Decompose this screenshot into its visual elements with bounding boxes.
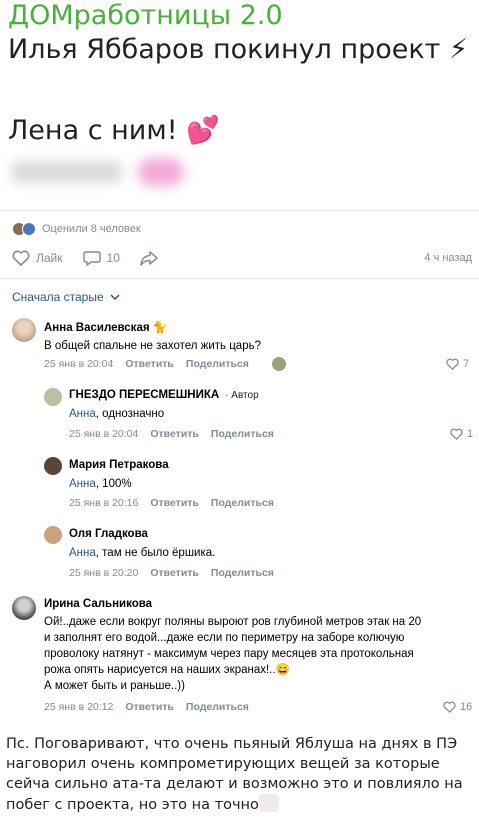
comment-date[interactable]: 25 янв в 20:04 bbox=[69, 428, 138, 440]
comment-text: Анна, там не было ёршика. bbox=[69, 547, 216, 559]
comment-icon bbox=[82, 251, 101, 266]
likers-row[interactable]: Оценили 8 человек bbox=[12, 220, 141, 238]
reply-button[interactable]: Ответить bbox=[125, 358, 174, 370]
avatar[interactable] bbox=[44, 457, 62, 475]
comment-author[interactable]: ГНЕЗДО ПЕРЕСМЕШНИКА · Автор bbox=[69, 389, 259, 401]
chevron-down-icon bbox=[110, 294, 120, 300]
post-time[interactable]: 4 ч назад bbox=[424, 252, 472, 264]
reaction-avatar bbox=[272, 357, 286, 371]
comment-like-button[interactable]: 1 bbox=[450, 428, 473, 440]
headline-text: Илья Яббаров покинул проект bbox=[8, 34, 441, 65]
comment-meta: 25 янв в 20:04 Ответить Поделиться bbox=[69, 428, 274, 440]
hearts-emoji: 💕 bbox=[186, 115, 220, 146]
post-actions: Лайк 10 4 ч назад bbox=[12, 248, 472, 268]
mention-link[interactable]: Анна bbox=[69, 478, 96, 490]
avatar[interactable] bbox=[12, 318, 36, 342]
comment-text: В общей спальне не захотел жить царь? bbox=[44, 340, 261, 352]
avatar[interactable] bbox=[12, 596, 36, 620]
subline-text: Лена с ним! bbox=[8, 115, 178, 146]
heart-icon bbox=[443, 701, 456, 713]
comment-like-count: 16 bbox=[460, 701, 473, 713]
heart-icon bbox=[446, 358, 459, 370]
comment-meta: 25 янв в 20:16 Ответить Поделиться bbox=[69, 497, 274, 509]
comment-like-button[interactable]: 16 bbox=[443, 701, 472, 713]
comment-author[interactable]: Ирина Сальникова bbox=[44, 598, 152, 610]
liker-avatar bbox=[22, 222, 36, 236]
share-link[interactable]: Поделиться bbox=[211, 428, 274, 440]
avatar[interactable] bbox=[44, 526, 62, 544]
post-title-headline: Илья Яббаров покинул проект ⚡ bbox=[8, 34, 468, 65]
reply-button[interactable]: Ответить bbox=[125, 701, 174, 713]
share-icon bbox=[140, 251, 158, 266]
reply-button[interactable]: Ответить bbox=[150, 567, 199, 579]
mention-link[interactable]: Анна bbox=[69, 408, 96, 420]
lightning-emoji: ⚡ bbox=[449, 34, 468, 65]
divider bbox=[0, 210, 479, 211]
post-title-subline: Лена с ним! 💕 bbox=[8, 114, 220, 146]
comment-date[interactable]: 25 янв в 20:04 bbox=[44, 358, 113, 370]
cat-emoji: 🐈 bbox=[152, 322, 168, 334]
comment-date[interactable]: 25 янв в 20:12 bbox=[44, 701, 113, 713]
comments-count: 10 bbox=[106, 251, 120, 265]
divider bbox=[0, 278, 479, 279]
mention-link[interactable]: Анна bbox=[69, 547, 96, 559]
comment-like-button[interactable]: 7 bbox=[446, 358, 469, 370]
sort-label: Сначала старые bbox=[12, 290, 104, 304]
comment-meta: 25 янв в 20:12 Ответить Поделиться bbox=[44, 701, 249, 713]
ps-paragraph: Пс. Поговаривают, что очень пьяный Яблуш… bbox=[6, 734, 476, 815]
comment-date[interactable]: 25 янв в 20:20 bbox=[69, 567, 138, 579]
cat-sticker-icon bbox=[258, 794, 279, 812]
ps-text: Пс. Поговаривают, что очень пьяный Яблуш… bbox=[6, 736, 463, 813]
comment-author[interactable]: Анна Василевская 🐈 bbox=[44, 320, 167, 334]
share-link[interactable]: Поделиться bbox=[186, 701, 249, 713]
comment-meta: 25 янв в 20:20 Ответить Поделиться bbox=[69, 567, 274, 579]
post-title-show-name: ДОМработницы 2.0 bbox=[8, 0, 283, 31]
comment-like-count: 1 bbox=[467, 428, 474, 440]
comment-like-count: 7 bbox=[463, 358, 470, 370]
comment-author[interactable]: Мария Петракова bbox=[69, 459, 169, 471]
comment-author[interactable]: Оля Гладкова bbox=[69, 528, 148, 540]
likers-count[interactable]: Оценили 8 человек bbox=[42, 223, 141, 235]
heart-icon bbox=[450, 428, 463, 440]
share-button[interactable] bbox=[140, 250, 164, 266]
reply-button[interactable]: Ответить bbox=[150, 428, 199, 440]
author-badge: · Автор bbox=[225, 390, 259, 401]
like-label: Лайк bbox=[36, 251, 63, 265]
comment-date[interactable]: 25 янв в 20:16 bbox=[69, 497, 138, 509]
avatar[interactable] bbox=[44, 388, 62, 406]
blurred-content bbox=[8, 152, 208, 192]
comment-sort-dropdown[interactable]: Сначала старые bbox=[12, 290, 120, 304]
reply-button[interactable]: Ответить bbox=[150, 497, 199, 509]
share-link[interactable]: Поделиться bbox=[211, 567, 274, 579]
heart-icon bbox=[12, 250, 30, 266]
comment-meta: 25 янв в 20:04 Ответить Поделиться bbox=[44, 358, 249, 370]
comment-text: Анна, однозначно bbox=[69, 408, 165, 420]
share-link[interactable]: Поделиться bbox=[211, 497, 274, 509]
share-link[interactable]: Поделиться bbox=[186, 358, 249, 370]
comment-text: Анна, 100% bbox=[69, 478, 132, 490]
like-button[interactable]: Лайк bbox=[12, 250, 63, 266]
comments-button[interactable]: 10 bbox=[82, 250, 120, 266]
